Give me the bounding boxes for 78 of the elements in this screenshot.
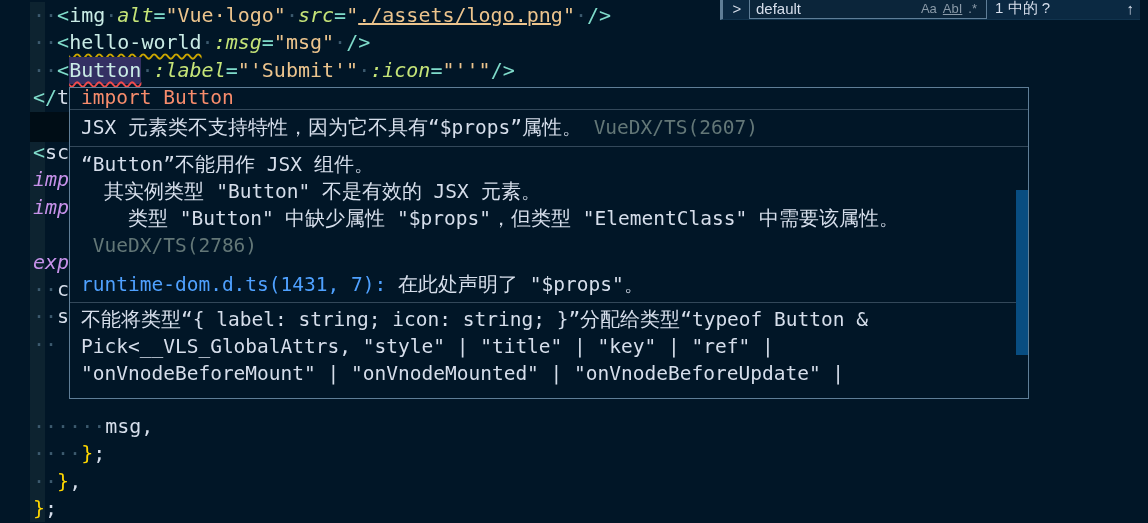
previous-match-button[interactable]: ↑ — [1120, 0, 1140, 17]
code-token: = — [225, 56, 238, 84]
search-option-toggle[interactable]: Aa — [917, 1, 940, 16]
error-message: "onVnodeBeforeMount" | "onVnodeMounted" | "onVnodeBeforeUpdate" | — [81, 362, 845, 385]
whitespace-marker: ·· — [33, 2, 58, 29]
whitespace-marker: · — [358, 56, 371, 84]
code-token: " — [346, 2, 359, 29]
code-token: = — [153, 2, 166, 29]
source-link[interactable]: runtime-dom.d.ts(1431, 7): — [81, 273, 387, 296]
code-token: , — [69, 467, 82, 495]
whitespace-marker: ···· — [33, 440, 82, 468]
whitespace-marker: · — [201, 29, 214, 57]
code-token: < — [57, 56, 70, 84]
whitespace-marker: ·· — [33, 275, 58, 303]
code-token: } — [57, 467, 70, 495]
code-token: hello-world — [69, 29, 202, 57]
code-token: } — [33, 495, 46, 523]
code-token: "Vue·logo" — [165, 2, 286, 29]
whitespace-marker: ······ — [33, 412, 106, 440]
code-token: t — [57, 84, 70, 112]
error-message: 其实例类型 "Button" 不是有效的 JSX 元素。 — [103, 180, 541, 203]
find-field[interactable]: default Aa AbI .* — [749, 0, 987, 19]
whitespace-marker: · — [574, 2, 587, 29]
code-token: /> — [490, 56, 515, 84]
code-token: ./assets/logo.png — [358, 2, 563, 29]
code-token: exp — [33, 248, 70, 276]
match-count: 1 中的 ? — [995, 0, 1052, 18]
search-option-toggle[interactable]: AbI — [939, 1, 966, 16]
code-token: = — [261, 29, 274, 57]
code-token: s — [57, 303, 70, 331]
error-message: JSX 元素类不支持特性，因为它不具有“$props”属性。 — [81, 116, 583, 139]
error-source: VueDX/TS(2607) — [593, 116, 758, 139]
whitespace-marker: ·· — [33, 303, 58, 331]
error-message: Pick<__VLS_GlobalAttrs, "style" | "title" | "key" | "ref" | — [81, 335, 774, 358]
whitespace-marker: · — [105, 2, 118, 29]
code-token: /> — [346, 29, 371, 57]
error-message: 类型 "Button" 中缺少属性 "$props"，但类型 "ElementClass" 中需要该属性。 — [126, 207, 899, 230]
code-token: < — [33, 138, 46, 166]
whitespace-marker: · — [141, 56, 154, 84]
code-token: imp — [33, 193, 70, 221]
code-token: :label — [153, 56, 226, 84]
code-token: = — [430, 56, 443, 84]
code-token: alt — [117, 2, 154, 29]
search-option-toggle[interactable]: .* — [965, 1, 980, 16]
code-token: </ — [33, 84, 58, 112]
code-token: :icon — [370, 56, 431, 84]
code-token: Button — [69, 56, 142, 85]
toggle-replace-button[interactable]: > — [731, 0, 743, 17]
error-message: 不能将类型“{ label: string; icon: string; }”分配给类型“typeof Button & — [81, 308, 868, 331]
whitespace-marker: ·· — [33, 56, 58, 84]
code-token: /> — [586, 2, 612, 29]
code-token: } — [81, 440, 94, 468]
related-message: 在此处声明了 "$props"。 — [398, 273, 644, 296]
hover-title: import Button — [81, 88, 234, 109]
whitespace-marker: · — [334, 29, 347, 57]
code-token: ; — [45, 495, 58, 523]
code-token: sc — [45, 138, 70, 166]
code-token: img — [69, 2, 106, 29]
code-token: " — [562, 2, 575, 29]
error-source: VueDX/TS(2786) — [91, 234, 258, 257]
code-token: "'Submit'" — [237, 56, 359, 84]
whitespace-marker: ·· — [33, 330, 58, 358]
code-token: :msg — [213, 29, 262, 57]
code-token: = — [334, 2, 347, 29]
whitespace-marker: ·· — [33, 467, 58, 495]
code-token: < — [57, 29, 70, 57]
code-token: "msg" — [273, 29, 335, 57]
scrollbar-thumb[interactable] — [1016, 190, 1028, 355]
code-token: ; — [93, 440, 106, 468]
code-token: imp — [33, 166, 70, 194]
code-token: c — [57, 275, 70, 303]
whitespace-marker: ·· — [33, 29, 58, 57]
code-token: src — [297, 2, 335, 29]
error-message: “Button”不能用作 JSX 组件。 — [81, 153, 374, 176]
code-token: "''" — [442, 56, 491, 84]
whitespace-marker: · — [285, 2, 298, 29]
code-token: msg, — [105, 412, 154, 440]
code-token: < — [57, 2, 70, 29]
